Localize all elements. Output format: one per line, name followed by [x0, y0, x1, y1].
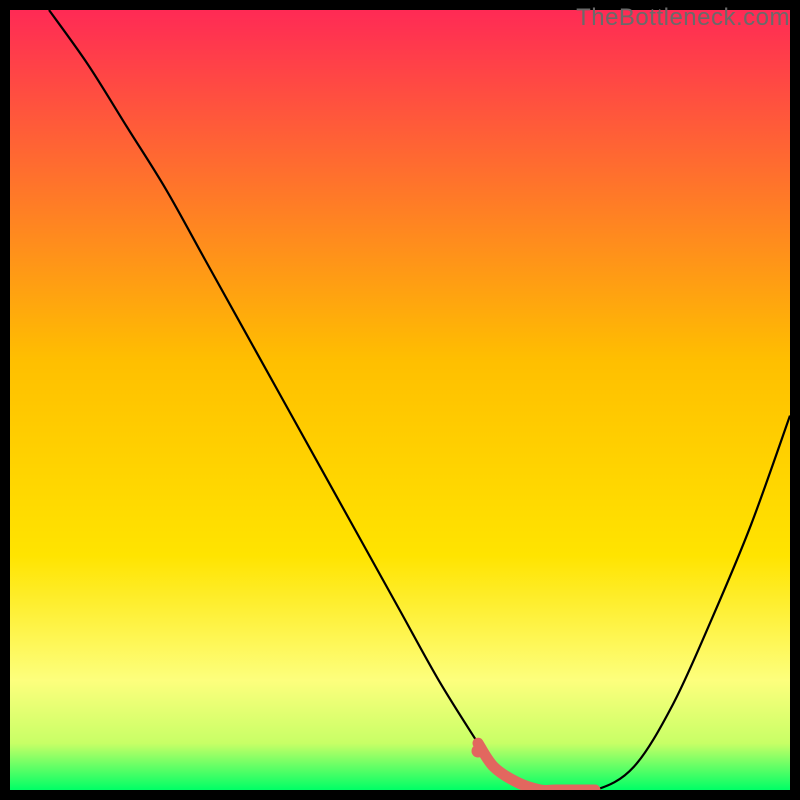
plot-area: [10, 10, 790, 790]
optimal-range-highlight: [10, 10, 790, 790]
watermark-text: TheBottleneck.com: [576, 4, 790, 32]
chart-frame: TheBottleneck.com: [0, 0, 800, 800]
